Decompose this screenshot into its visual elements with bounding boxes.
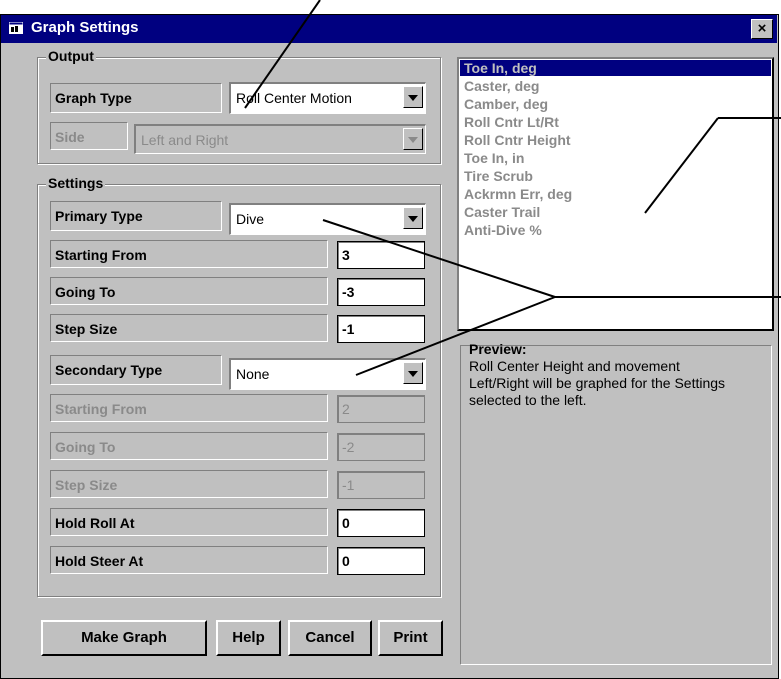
callout-lines [244,0,781,376]
callout-line-primary [322,219,556,298]
callout-line-graph-type [244,0,321,109]
callout-line-list [644,117,719,214]
callout-line-secondary [355,296,556,376]
